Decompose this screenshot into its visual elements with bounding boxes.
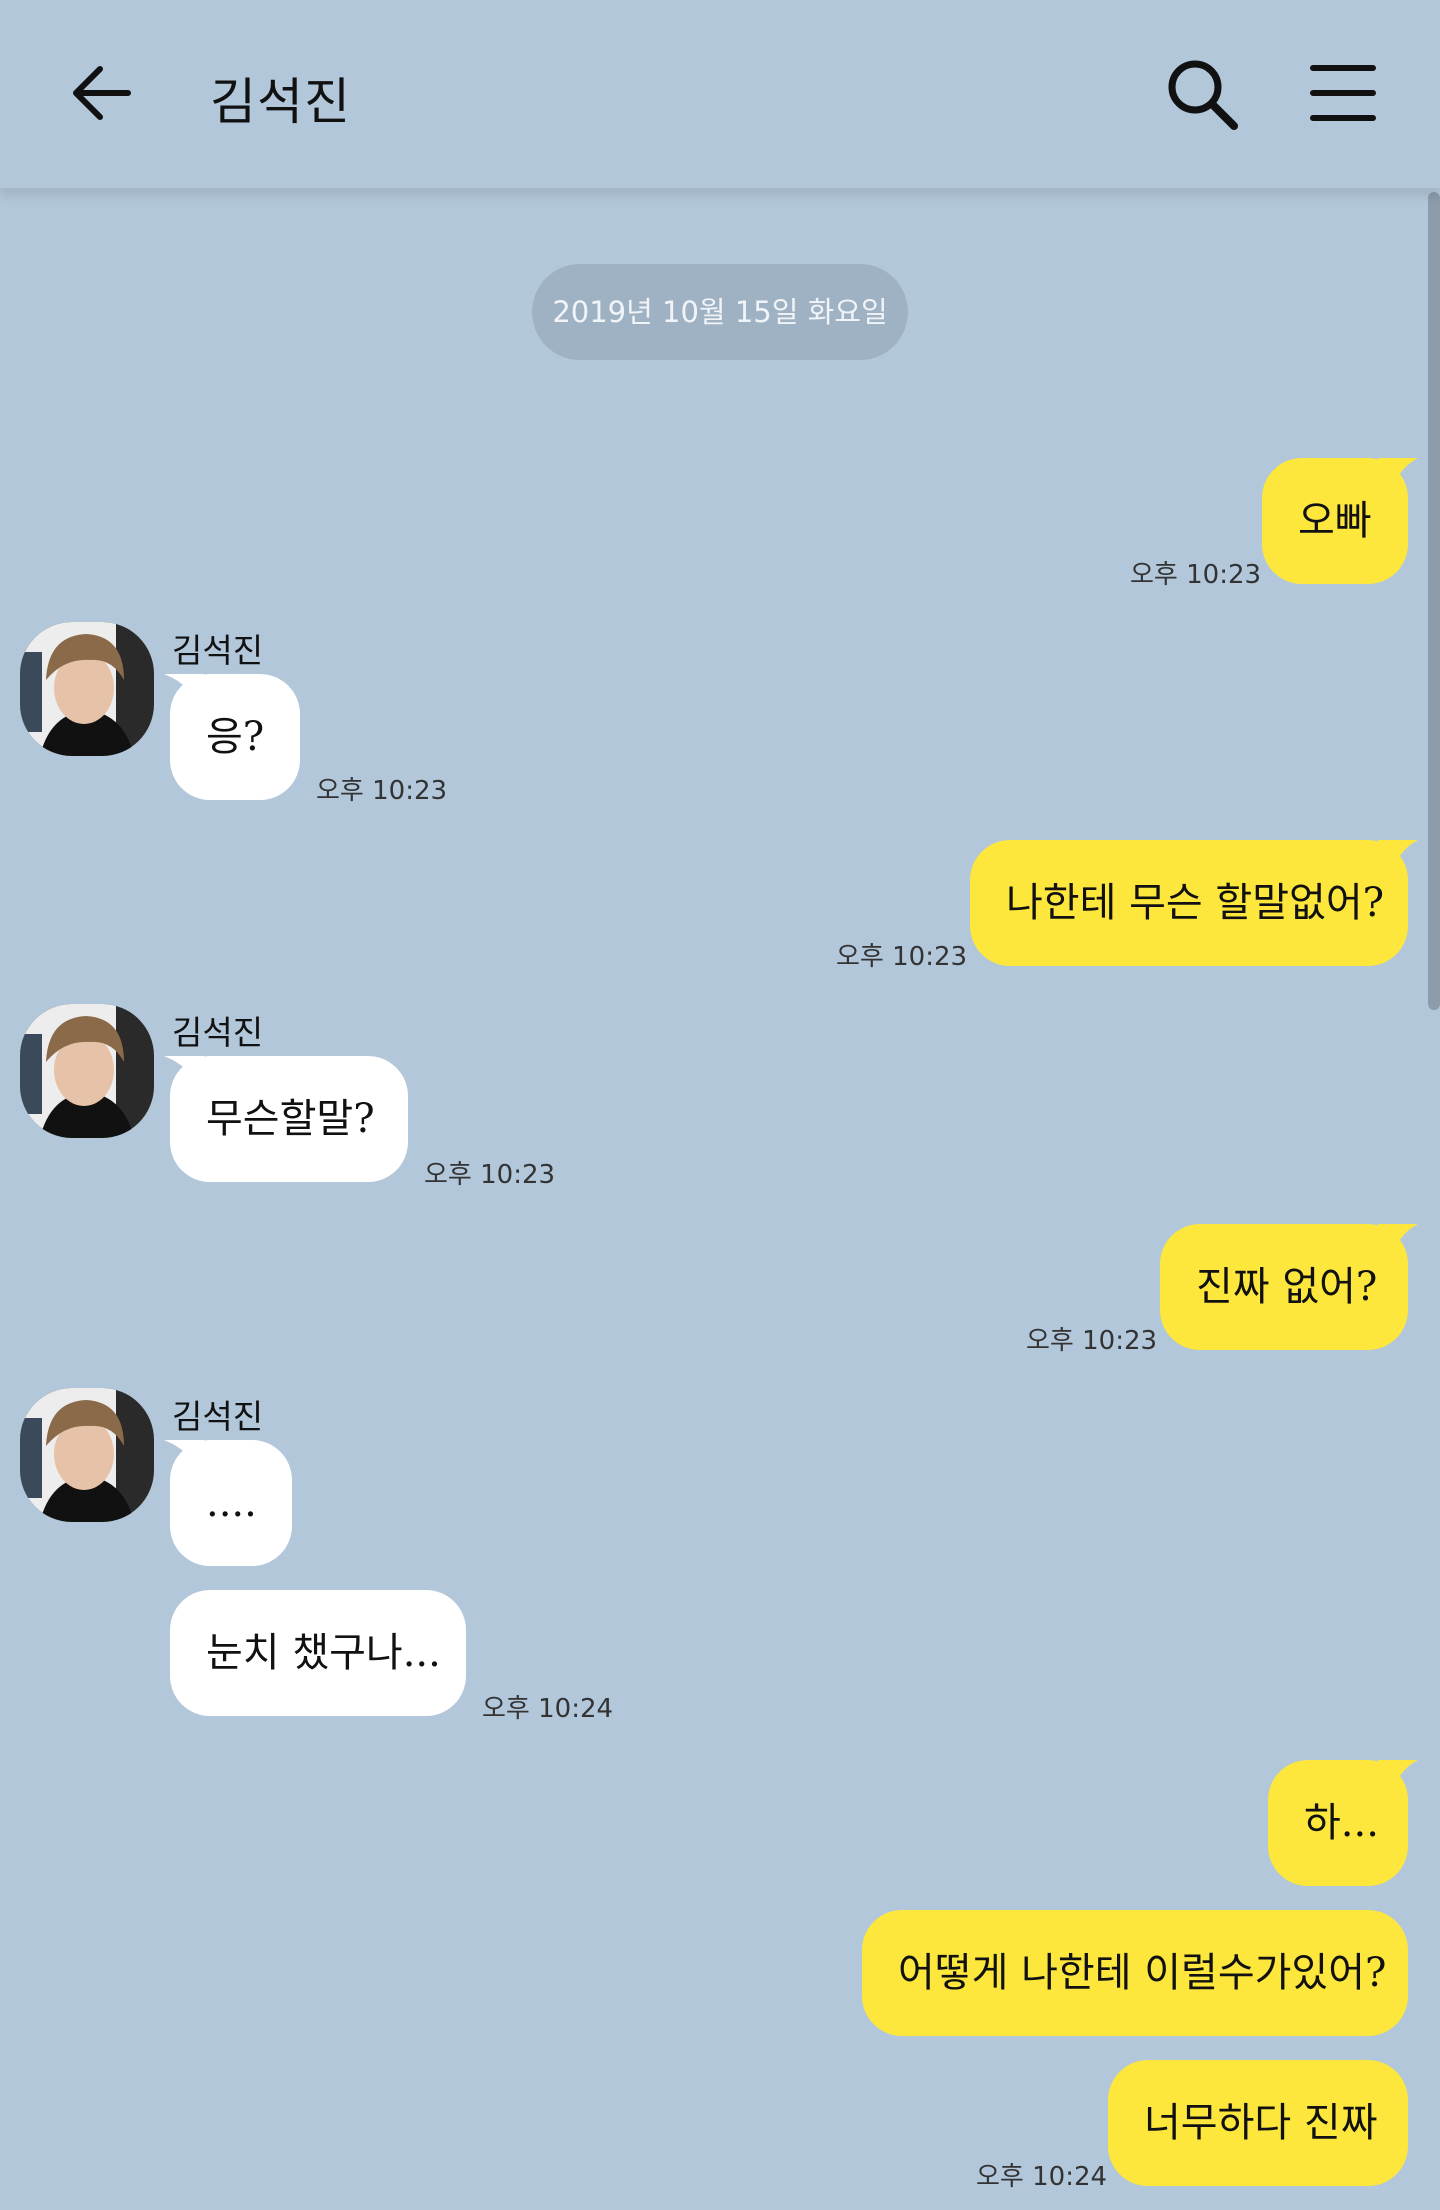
- message-text: 나한테 무슨 할말없어?: [1006, 880, 1385, 926]
- message-text: 너무하다 진짜: [1144, 2100, 1378, 2146]
- message-time: 오후 10:24: [482, 1694, 614, 1724]
- message-text: 오빠: [1298, 498, 1372, 544]
- message-time: 오후 10:24: [976, 2162, 1108, 2192]
- message-time: 오후 10:23: [424, 1160, 556, 1190]
- bubble-tail: [1378, 1224, 1418, 1264]
- message-text: 어떻게 나한테 이럴수가있어?: [898, 1950, 1387, 1996]
- chat-header: 김석진: [0, 0, 1440, 190]
- my-message-bubble[interactable]: 진짜 없어?: [1160, 1224, 1408, 1350]
- avatar[interactable]: [20, 622, 154, 756]
- bubble-tail: [1378, 840, 1418, 880]
- profile-photo: [20, 1388, 154, 1522]
- sender-name: 김석진: [172, 1397, 264, 1436]
- hamburger-menu-icon[interactable]: [1310, 60, 1376, 126]
- message-text: 진짜 없어?: [1196, 1264, 1378, 1310]
- my-message-bubble[interactable]: 나한테 무슨 할말없어?: [970, 840, 1408, 966]
- message-text: 무슨할말?: [206, 1096, 375, 1142]
- their-message-bubble[interactable]: 눈치 챘구나...: [170, 1590, 466, 1716]
- sender-name: 김석진: [172, 1013, 264, 1052]
- date-divider: 2019년 10월 15일 화요일: [532, 264, 908, 360]
- scrollbar[interactable]: [1428, 192, 1440, 1010]
- their-message-bubble[interactable]: 무슨할말?: [170, 1056, 408, 1182]
- message-text: 눈치 챘구나...: [206, 1630, 441, 1676]
- message-text: ....: [206, 1480, 257, 1526]
- message-text: 응?: [206, 714, 265, 760]
- avatar[interactable]: [20, 1004, 154, 1138]
- their-message-bubble[interactable]: 응?: [170, 674, 300, 800]
- profile-photo: [20, 1004, 154, 1138]
- sender-name: 김석진: [172, 631, 264, 670]
- bubble-tail: [1378, 458, 1418, 498]
- message-time: 오후 10:23: [1130, 560, 1262, 590]
- message-time: 오후 10:23: [836, 942, 968, 972]
- search-icon[interactable]: [1164, 56, 1240, 132]
- their-message-bubble[interactable]: ....: [170, 1440, 292, 1566]
- my-message-bubble[interactable]: 너무하다 진짜: [1108, 2060, 1408, 2186]
- message-text: 하...: [1304, 1800, 1379, 1846]
- message-time: 오후 10:23: [316, 776, 448, 806]
- chat-title: 김석진: [210, 73, 351, 131]
- profile-photo: [20, 622, 154, 756]
- bubble-tail: [1378, 1760, 1418, 1800]
- arrow-left-icon[interactable]: [66, 58, 136, 128]
- avatar[interactable]: [20, 1388, 154, 1522]
- message-time: 오후 10:23: [1026, 1326, 1158, 1356]
- my-message-bubble[interactable]: 어떻게 나한테 이럴수가있어?: [862, 1910, 1408, 2036]
